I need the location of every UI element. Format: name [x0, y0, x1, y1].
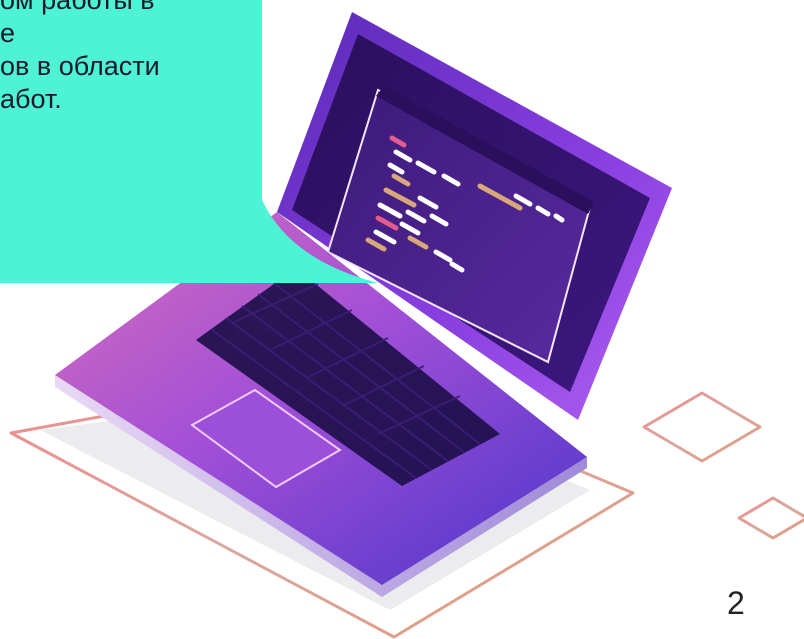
callout-line-2: е	[0, 18, 16, 48]
decorative-diamond-medium	[642, 391, 762, 463]
callout-text: ом работы в е ов в области абот.	[0, 0, 260, 184]
decorative-diamond-small	[737, 496, 804, 540]
callout-line-1: ом работы в	[0, 0, 155, 15]
callout-line-3: ов в области	[0, 51, 160, 81]
presentation-slide: ом работы в е ов в области абот. 2	[0, 0, 804, 639]
callout-line-4: абот.	[0, 84, 62, 114]
slide-page-number: 2	[727, 585, 745, 621]
